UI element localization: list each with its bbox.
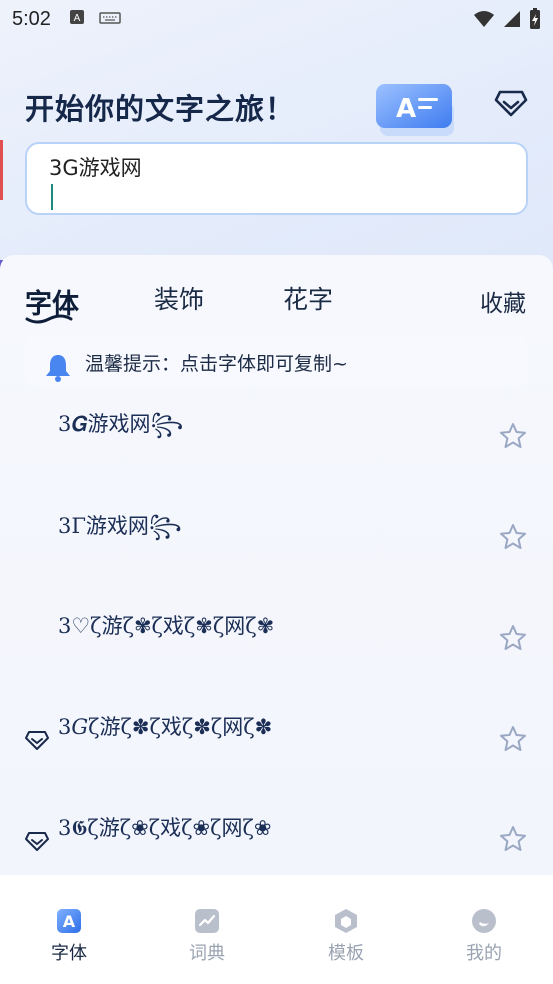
nav-label: 字体 — [51, 943, 87, 964]
font-result-row[interactable]: 3𝐺ζ游ζ✽ζ戏ζ✽ζ网ζ✽ — [0, 711, 553, 811]
bell-icon — [46, 355, 70, 382]
font-app-icon: A — [372, 76, 460, 142]
font-result-text: 3𝕲ζ游ζ❀ζ戏ζ❀ζ网ζ❀ — [58, 816, 272, 840]
tip-text: 温馨提示：点击字体即可复制~ — [85, 353, 348, 375]
star-icon[interactable] — [499, 725, 527, 753]
bottom-nav: A 字体 词典 模板 我的 — [0, 875, 553, 984]
battery-icon — [529, 8, 541, 34]
keyboard-icon — [99, 10, 121, 29]
font-result-text: 3♡ζ游ζ✾ζ戏ζ✾ζ网ζ✾ — [58, 614, 275, 638]
status-bar: 5:02 A — [0, 0, 553, 38]
nav-item-profile[interactable]: 我的 — [444, 908, 524, 965]
dictionary-chart-icon — [195, 909, 219, 933]
star-icon[interactable] — [499, 624, 527, 652]
template-cube-icon — [335, 909, 357, 933]
edge-accent-red — [0, 140, 3, 200]
wifi-icon — [473, 10, 495, 32]
svg-text:A: A — [63, 912, 76, 931]
vip-diamond-icon — [25, 731, 49, 750]
keyboard-a-icon: A — [69, 9, 85, 29]
text-input-value: 3G游戏网 — [49, 156, 142, 180]
svg-text:A: A — [396, 94, 416, 124]
page-title: 开始你的文字之旅！ — [25, 92, 296, 126]
font-result-text: 3𝐺ζ游ζ✽ζ戏ζ✽ζ网ζ✽ — [58, 715, 273, 739]
nav-label: 模板 — [328, 943, 364, 964]
star-icon[interactable] — [499, 523, 527, 551]
text-caret — [51, 184, 53, 210]
star-icon[interactable] — [499, 422, 527, 450]
nav-item-templates[interactable]: 模板 — [306, 908, 386, 965]
nav-item-dictionary[interactable]: 词典 — [167, 908, 247, 965]
vip-diamond-icon[interactable] — [494, 88, 528, 118]
nav-label: 词典 — [189, 943, 225, 964]
font-result-text: 3Γ游戏网꧂ — [58, 514, 182, 538]
star-icon[interactable] — [499, 825, 527, 853]
signal-icon — [503, 10, 521, 32]
nav-item-fonts[interactable]: A 字体 — [29, 908, 109, 965]
status-time: 5:02 — [12, 7, 51, 30]
svg-text:A: A — [74, 13, 81, 24]
tip-banner: 温馨提示：点击字体即可复制~ — [25, 335, 528, 387]
profile-moon-icon — [472, 909, 496, 933]
tab-fancy-text[interactable]: 花字 — [283, 280, 333, 316]
nav-label: 我的 — [466, 943, 502, 964]
font-a-icon: A — [57, 909, 81, 933]
text-input[interactable]: 3G游戏网 — [25, 142, 528, 215]
tab-active-indicator — [25, 314, 73, 324]
vip-diamond-icon — [25, 832, 49, 851]
font-result-row[interactable]: 3Γ游戏网꧂ — [0, 510, 553, 610]
font-result-row[interactable]: 3𝑮游戏网꧂ — [0, 408, 553, 508]
tab-decoration[interactable]: 装饰 — [154, 280, 204, 316]
tab-favorites[interactable]: 收藏 — [480, 284, 526, 318]
font-result-row[interactable]: 3♡ζ游ζ✾ζ戏ζ✾ζ网ζ✾ — [0, 610, 553, 710]
font-result-text: 3𝑮游戏网꧂ — [58, 412, 184, 436]
